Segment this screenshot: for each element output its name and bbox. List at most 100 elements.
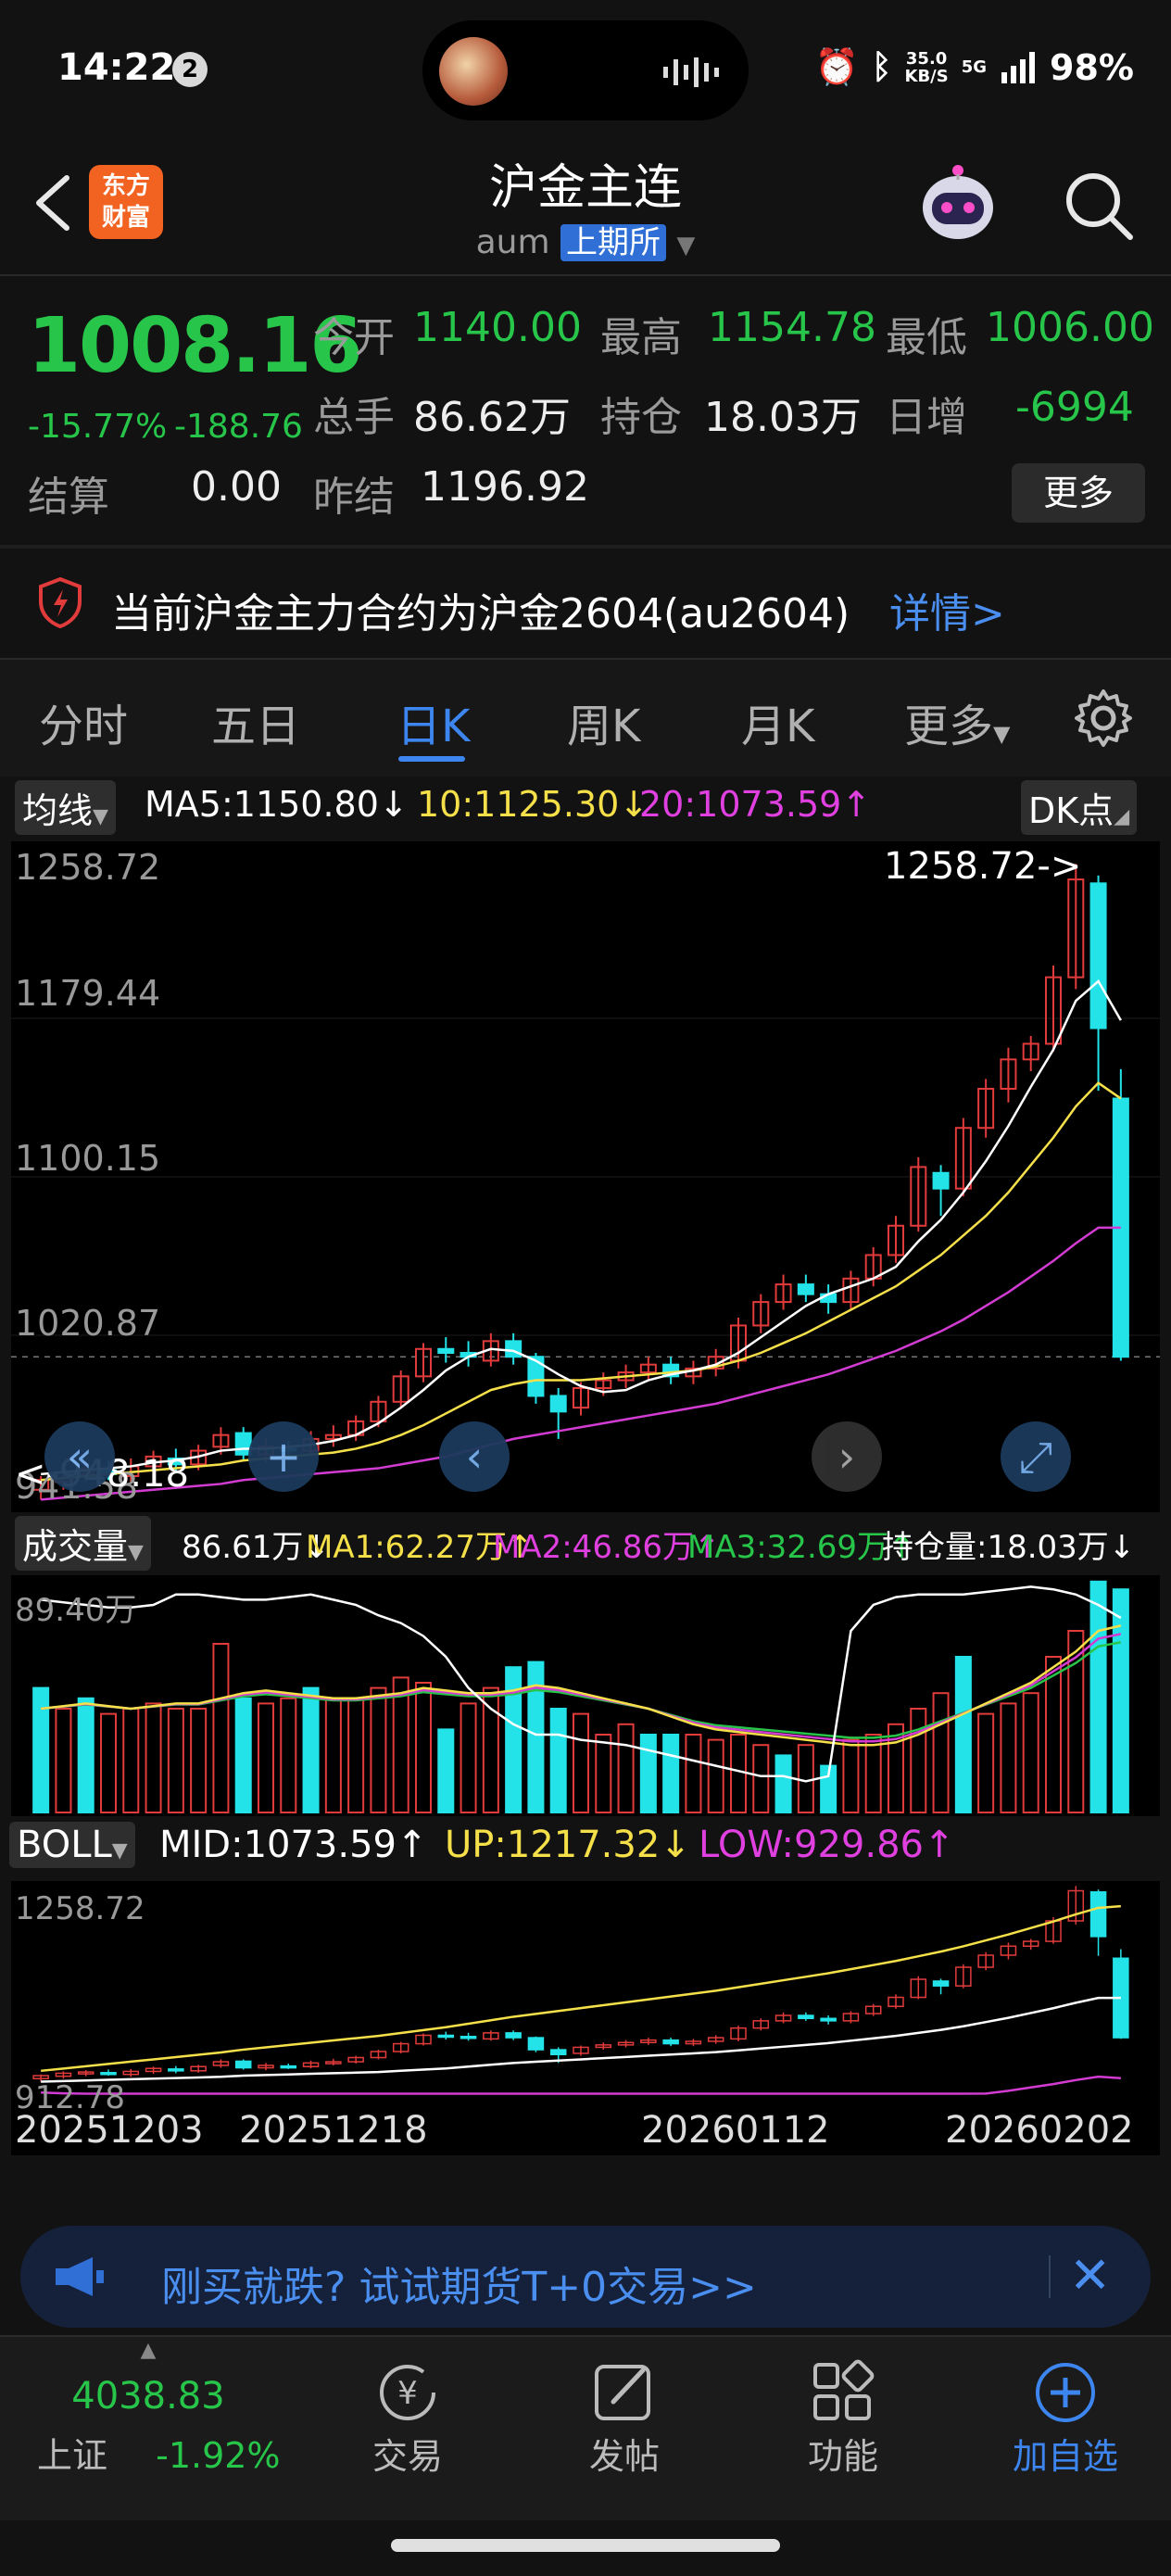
volume-bar [437,1728,455,1813]
notice-text: 当前沪金主力合约为沪金2604(au2604) [111,590,850,638]
boll-mid-line [41,1996,1121,2083]
open-value: 1140.00 [413,304,582,351]
boll-axis-top: 1258.72 [15,1890,145,1927]
volume-bar [572,1712,590,1814]
exchange-badge: 上期所 [560,224,666,261]
volume-bar [145,1702,162,1813]
nav-add-watchlist-label: 加自选 [1012,2436,1118,2477]
boll-candle-body [100,2072,117,2076]
candlestick-chart[interactable]: 1258.72 1179.44 1100.15 1020.87 941.58 1… [11,841,1160,1512]
main-contract-notice[interactable]: 当前沪金主力合约为沪金2604(au2604) 详情> [0,549,1171,658]
nav-add-watchlist[interactable]: 加自选 [1001,2359,1130,2479]
nav-trade[interactable]: ¥ 交易 [352,2359,463,2479]
volume-bar [864,1734,882,1813]
nav-post[interactable]: 发帖 [569,2359,680,2479]
boll-candle-body [505,2032,522,2039]
tab-weekly-k[interactable]: 周K [567,689,640,754]
volume-bar [324,1697,342,1813]
vol-ma2-value: MA2:46.86万↑ [493,1529,721,1566]
notification-count-badge: 2 [172,52,208,87]
tab-daily-k[interactable]: 日K [397,689,470,754]
dropdown-triangle-icon: ▼ [93,805,108,828]
tab-monthly-k[interactable]: 月K [741,689,814,754]
more-quote-button[interactable]: 更多 [1012,463,1145,523]
boll-up-value: UP:1217.32↓ [445,1824,691,1866]
scroll-left-button[interactable]: ‹ [439,1421,510,1492]
volume-bar [257,1702,275,1813]
high-value: 1154.78 [708,304,876,351]
dropdown-triangle-icon: ▼ [993,721,1011,747]
candle-body [1089,882,1107,1029]
scroll-to-start-button[interactable]: « [44,1421,115,1492]
ma20-line [41,1226,1121,1501]
volume-bar [55,1708,72,1813]
grid-icon [813,2359,875,2420]
corner-triangle-icon: ◢ [1114,805,1130,828]
promo-divider [1049,2255,1051,2298]
tab-five-day[interactable]: 五日 [211,689,300,754]
megaphone-icon [56,2257,104,2296]
trade-yen-icon: ¥ [380,2365,435,2420]
status-bar: 14:22 2 ⏰ ᛒ 35.0 KB/S 5G 98% [0,0,1171,139]
volume-bar [347,1697,365,1813]
robot-assistant-icon[interactable] [913,161,1002,250]
nav-trade-label: 交易 [371,2436,443,2477]
vol-ma3-value: MA3:32.69万↑ [687,1529,915,1566]
date-label: 20260112 [641,2109,830,2152]
search-icon[interactable] [1062,169,1136,243]
nav-index-shanghai[interactable]: ▲ 4038.83 上证 -1.92% [37,2335,281,2478]
volume-bar [662,1734,680,1813]
candle-body [549,1395,567,1413]
battery-level: 98% [1050,46,1134,88]
volume-chart[interactable]: 89.40万 [11,1575,1160,1816]
boll-indicator-selector[interactable]: BOLL▼ [9,1822,135,1868]
date-label: 20251203 [15,2109,204,2152]
quote-panel: 1008.16 -15.77% -188.76 今开 1140.00 最高 11… [0,278,1171,547]
price-axis-label: 1258.72 [15,847,161,888]
edit-icon [595,2365,650,2420]
notice-details-link[interactable]: 详情> [889,580,1005,639]
dynamic-island[interactable] [422,20,749,120]
bottom-nav: ▲ 4038.83 上证 -1.92% ¥ 交易 发帖 功能 加自选 [0,2335,1171,2520]
open-label: 今开 [313,314,395,361]
volume-indicator-legend: 成交量▼ 86.61万↓ MA1:62.27万↑ MA2:46.86万↑ MA3… [0,1516,1171,1572]
tab-more[interactable]: 更多▼ [904,689,1010,754]
prev-settle-value: 1196.92 [421,463,589,511]
volume-bar [302,1686,320,1813]
scroll-right-button[interactable]: › [812,1421,882,1492]
boll-candle-body [234,2060,252,2069]
candle-body [797,1283,814,1295]
volume-bar [280,1697,297,1813]
boll-mid-value: MID:1073.59↑ [159,1824,428,1866]
price-axis-label: 1100.15 [15,1138,161,1179]
app-header: 东方 财富 沪金主连 aum 上期所 ▼ [0,139,1171,276]
volume-indicator-selector[interactable]: 成交量▼ [15,1516,151,1571]
gear-icon[interactable] [1073,688,1134,749]
ma5-value: MA5:1150.80↓ [145,784,409,825]
dk-point-button[interactable]: DK点◢ [1021,780,1138,835]
tab-intraday[interactable]: 分时 [39,689,128,754]
header-divider [0,274,1171,276]
zoom-in-button[interactable]: + [248,1421,319,1492]
volume-bar [414,1682,433,1813]
prev-settle-label: 昨结 [313,474,395,521]
low-label: 最低 [886,314,967,361]
nav-functions[interactable]: 功能 [787,2359,899,2479]
fullscreen-button[interactable]: ⤢ [1001,1421,1071,1492]
boll-candle-body [798,2014,814,2020]
promo-text: 刚买就跌? 试试期货T+0交易>> [161,2264,757,2311]
date-label: 20260202 [945,2109,1134,2152]
volume-bar [685,1734,702,1813]
volume-bar [729,1734,748,1813]
volume-bar [617,1723,635,1813]
promo-banner[interactable]: 刚买就跌? 试试期货T+0交易>> ✕ [20,2226,1151,2328]
volume-bar [797,1744,814,1813]
boll-candle-body [662,2039,679,2045]
volume-bar [842,1738,860,1814]
boll-chart[interactable]: 1258.72 912.78 20251203 20251218 2026011… [11,1881,1160,2155]
close-icon[interactable]: ✕ [1069,2246,1111,2305]
boll-low-line [41,2075,1121,2095]
nav-post-label: 发帖 [588,2436,660,2477]
boll-candle-body [820,2017,837,2022]
main-indicator-selector[interactable]: 均线▼ [15,780,116,835]
